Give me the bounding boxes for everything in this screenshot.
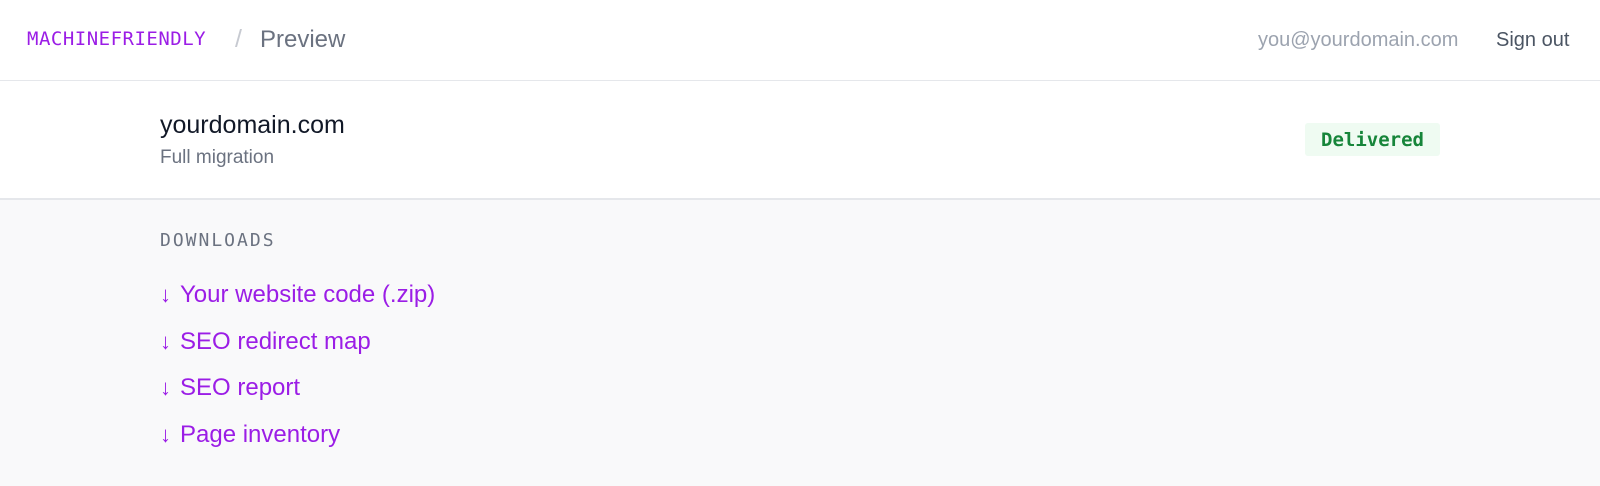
project-domain: yourdomain.com [160, 111, 345, 139]
download-arrow-icon: ↓ [160, 282, 171, 308]
breadcrumb-separator: / [235, 25, 242, 53]
download-arrow-icon: ↓ [160, 421, 171, 447]
breadcrumb-current: Preview [260, 26, 346, 53]
download-arrow-icon: ↓ [160, 328, 171, 354]
download-label: Your website code (.zip) [180, 281, 436, 309]
download-seo-redirect-map-link[interactable]: ↓ SEO redirect map [160, 319, 435, 366]
download-website-code-link[interactable]: ↓ Your website code (.zip) [160, 272, 435, 319]
downloads-section: DOWNLOADS ↓ Your website code (.zip) ↓ S… [0, 200, 1600, 486]
download-label: Page inventory [180, 420, 341, 448]
user-email: you@yourdomain.com [1258, 29, 1459, 51]
sign-out-button[interactable]: Sign out [1496, 29, 1569, 52]
download-label: SEO report [180, 374, 301, 402]
download-arrow-icon: ↓ [160, 375, 171, 401]
status-badge: Delivered [1305, 123, 1440, 156]
project-card: yourdomain.com Full migration Delivered [0, 81, 1600, 200]
downloads-list: ↓ Your website code (.zip) ↓ SEO redirec… [160, 272, 435, 458]
download-label: SEO redirect map [180, 327, 371, 355]
top-bar: MACHINEFRIENDLY / Preview you@yourdomain… [0, 0, 1600, 81]
project-type: Full migration [160, 147, 275, 168]
download-page-inventory-link[interactable]: ↓ Page inventory [160, 412, 435, 459]
download-seo-report-link[interactable]: ↓ SEO report [160, 365, 435, 412]
brand-logo-link[interactable]: MACHINEFRIENDLY [27, 28, 206, 50]
downloads-heading: DOWNLOADS [160, 230, 276, 251]
